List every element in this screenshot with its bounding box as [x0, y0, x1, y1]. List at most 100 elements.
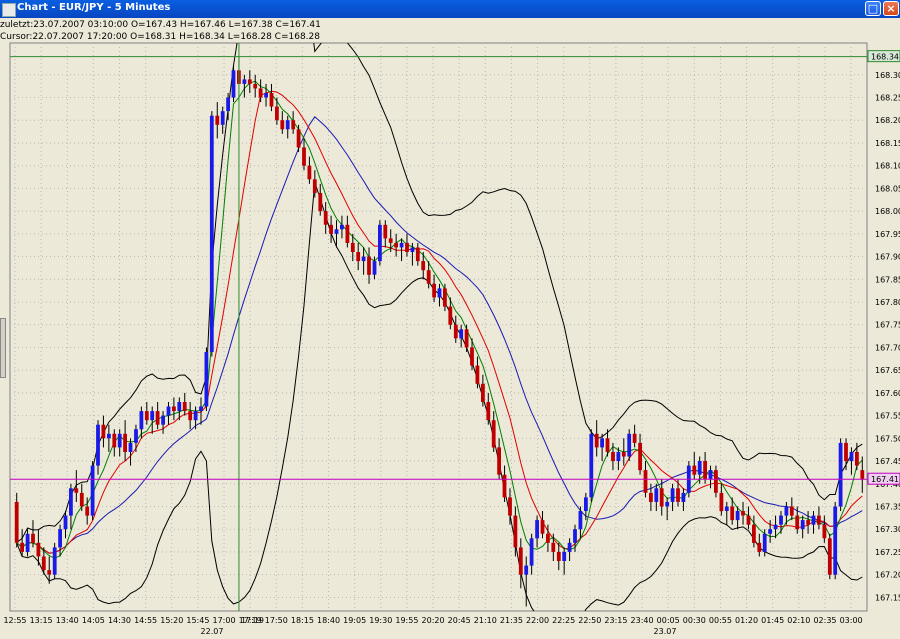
candle-body — [323, 211, 328, 225]
x-tick-label: 01:20 — [735, 616, 758, 625]
candle-body — [318, 193, 323, 212]
candle-body — [491, 420, 496, 448]
candle-body — [20, 542, 24, 552]
candle-body — [703, 461, 707, 480]
x-tick-label: 19:05 — [343, 616, 366, 625]
current-price-label: 167.41 — [871, 475, 899, 484]
candle-body — [334, 229, 339, 234]
candle-body — [69, 488, 73, 516]
x-tick-label: 21:35 — [500, 616, 523, 625]
candle-body — [806, 520, 810, 525]
candle-body — [844, 442, 848, 462]
x-tick-label: 22:00 — [526, 616, 549, 625]
candle-body — [280, 120, 285, 130]
x-tick-label: 13:40 — [56, 616, 79, 625]
candle-body — [735, 511, 740, 521]
candle-body — [513, 515, 518, 548]
candle-body — [128, 442, 133, 452]
x-tick-label: 20:45 — [448, 616, 471, 625]
candle-body — [139, 411, 144, 430]
candle-body — [708, 470, 713, 480]
candle-body — [529, 538, 534, 566]
candle-body — [681, 492, 686, 502]
candle-body — [204, 352, 209, 407]
x-tick-label: 13:15 — [30, 616, 53, 625]
candle-body — [481, 383, 485, 402]
candle-body — [96, 424, 100, 466]
candle-body — [497, 447, 501, 475]
x-tick-label: 18:40 — [317, 616, 340, 625]
candle-body — [578, 511, 583, 530]
candle-body — [155, 411, 160, 425]
y-tick-label: 167.55 — [875, 412, 900, 421]
candle-body — [524, 565, 529, 575]
candle-body — [594, 433, 599, 448]
candle-body — [25, 533, 30, 552]
candle-body — [405, 242, 409, 252]
candle-body — [605, 438, 610, 452]
candle-body — [307, 165, 312, 180]
candle-body — [757, 542, 762, 552]
candle-body — [182, 402, 187, 412]
candle-body — [47, 570, 52, 575]
x-tick-label: 15:45 — [186, 616, 209, 625]
x-tick-label: 21:10 — [474, 616, 497, 625]
candle-body — [692, 465, 697, 475]
x-tick-label: 02:10 — [787, 616, 810, 625]
candle-body — [551, 542, 556, 552]
x-tick-label: 02:35 — [813, 616, 836, 625]
x-tick-label: 17:00 — [212, 616, 235, 625]
x-tick-label: 00:05 — [657, 616, 680, 625]
candle-body — [85, 506, 90, 516]
price-chart[interactable]: 168.30 168.25 168.20 168.15 168.10 168.05 168.… — [0, 0, 900, 639]
candle-body — [209, 115, 214, 352]
candle-body — [518, 547, 523, 575]
plot-area[interactable] — [9, 42, 868, 612]
candle-body — [134, 429, 138, 443]
candle-body — [350, 242, 355, 252]
candle-body — [486, 402, 491, 421]
candle-body — [508, 497, 512, 516]
candle-body — [860, 470, 865, 480]
candle-body — [432, 283, 436, 298]
candle-body — [800, 520, 805, 530]
candle-body — [676, 488, 680, 502]
candle-body — [340, 224, 344, 230]
x-tick-label: 23:15 — [604, 616, 627, 625]
date-label: 22.07 — [201, 627, 224, 636]
candle-body — [14, 501, 19, 543]
candle-body — [329, 224, 333, 234]
candle-body — [453, 324, 458, 339]
candle-body — [621, 452, 626, 457]
x-tick-label: 15:20 — [160, 616, 183, 625]
candle-body — [361, 256, 366, 262]
candle-body — [383, 224, 388, 239]
candle-body — [356, 252, 361, 262]
candle-body — [822, 524, 827, 539]
candle-body — [589, 433, 594, 498]
panel-resize-handle[interactable] — [0, 318, 6, 378]
candle-body — [448, 306, 453, 325]
candle-body — [52, 547, 57, 575]
y-tick-label: 168.15 — [875, 139, 900, 148]
candle-body — [199, 406, 203, 411]
y-tick-label: 168.20 — [875, 116, 900, 125]
x-tick-label: 18:15 — [291, 616, 314, 625]
candle-body — [367, 256, 371, 275]
candle-body — [231, 70, 236, 98]
x-tick-label: 14:55 — [134, 616, 157, 625]
candle-body — [150, 411, 155, 421]
candle-body — [63, 515, 68, 530]
candle-body — [188, 411, 193, 421]
candle-body — [101, 424, 106, 439]
candle-body — [470, 347, 474, 366]
candle-body — [784, 506, 789, 516]
candle-body — [795, 515, 800, 530]
candle-body — [443, 288, 447, 307]
candle-body — [193, 411, 198, 421]
candle-body — [697, 461, 702, 475]
candle-body — [611, 452, 615, 462]
candle-body — [746, 515, 751, 525]
candle-body — [546, 533, 550, 543]
candle-body — [302, 147, 306, 166]
